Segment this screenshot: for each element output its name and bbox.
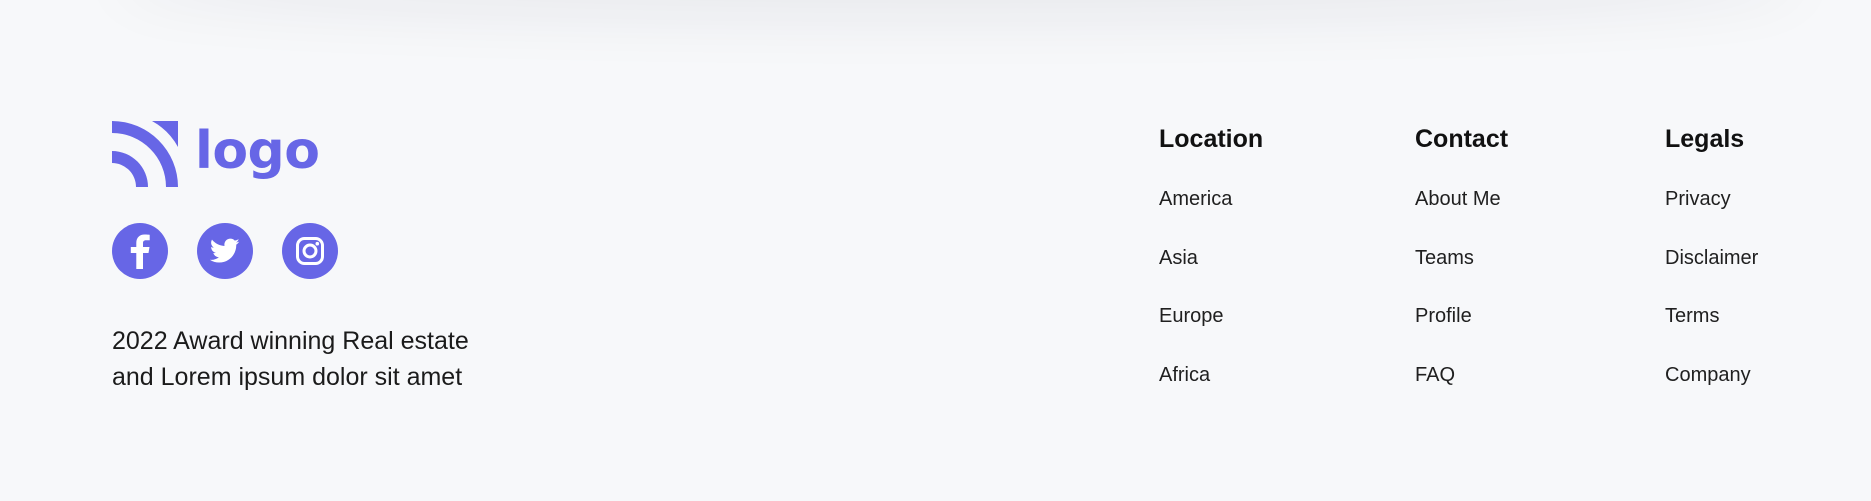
list-item: Africa xyxy=(1159,363,1263,422)
link-teams[interactable]: Teams xyxy=(1415,247,1474,269)
link-terms[interactable]: Terms xyxy=(1665,305,1719,327)
link-privacy[interactable]: Privacy xyxy=(1665,188,1731,210)
list-item: Company xyxy=(1665,363,1758,422)
location-links: America Asia Europe Africa xyxy=(1159,187,1263,421)
link-europe[interactable]: Europe xyxy=(1159,305,1224,327)
footer-tagline: 2022 Award winning Real estate and Lorem… xyxy=(112,323,532,395)
facebook-icon xyxy=(130,234,150,269)
logo-text: logo xyxy=(195,121,320,181)
link-profile[interactable]: Profile xyxy=(1415,305,1472,327)
facebook-button[interactable] xyxy=(112,223,168,279)
legals-links: Privacy Disclaimer Terms Company xyxy=(1665,187,1758,421)
twitter-icon xyxy=(210,238,240,263)
contact-links: About Me Teams Profile FAQ xyxy=(1415,187,1508,421)
instagram-button[interactable] xyxy=(282,223,338,279)
column-title-contact: Contact xyxy=(1415,125,1509,153)
legals-column: Legals Privacy Disclaimer Terms Company xyxy=(1665,125,1758,421)
list-item: Disclaimer xyxy=(1665,246,1758,305)
list-item: Privacy xyxy=(1665,187,1758,246)
instagram-icon xyxy=(296,237,324,265)
list-item: Asia xyxy=(1159,246,1263,305)
list-item: FAQ xyxy=(1415,363,1508,422)
tagline-line-2: and Lorem ipsum dolor sit amet xyxy=(112,363,463,391)
contact-column: Contact About Me Teams Profile FAQ xyxy=(1415,125,1508,421)
location-column: Location America Asia Europe Africa xyxy=(1159,125,1263,421)
twitter-button[interactable] xyxy=(197,223,253,279)
signal-waves-icon xyxy=(112,121,178,187)
list-item: America xyxy=(1159,187,1263,246)
link-about-me[interactable]: About Me xyxy=(1415,188,1501,210)
list-item: Terms xyxy=(1665,304,1758,363)
list-item: Profile xyxy=(1415,304,1508,363)
link-disclaimer[interactable]: Disclaimer xyxy=(1665,247,1758,269)
link-faq[interactable]: FAQ xyxy=(1415,364,1455,386)
tagline-line-1: 2022 Award winning Real estate xyxy=(112,327,469,355)
list-item: Teams xyxy=(1415,246,1508,305)
social-links xyxy=(112,223,338,279)
link-america[interactable]: America xyxy=(1159,188,1232,210)
list-item: About Me xyxy=(1415,187,1508,246)
column-title-location: Location xyxy=(1159,125,1264,153)
link-company[interactable]: Company xyxy=(1665,364,1751,386)
link-asia[interactable]: Asia xyxy=(1159,247,1198,269)
brand-logo[interactable]: logo xyxy=(112,121,320,187)
link-africa[interactable]: Africa xyxy=(1159,364,1210,386)
column-title-legals: Legals xyxy=(1665,125,1745,153)
list-item: Europe xyxy=(1159,304,1263,363)
